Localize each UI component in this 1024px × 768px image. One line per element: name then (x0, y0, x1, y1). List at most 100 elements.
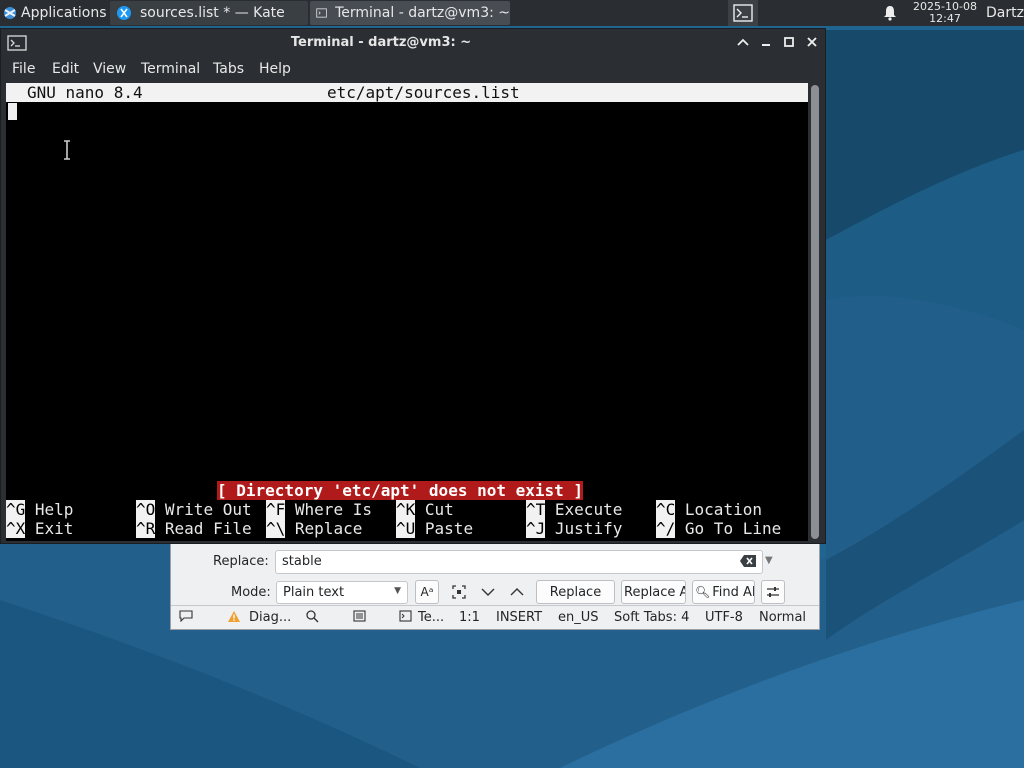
menu-view[interactable]: View (93, 61, 126, 77)
replace-all-button[interactable]: Replace All (621, 580, 686, 604)
mode-label: Mode: (231, 585, 271, 600)
shortcut-key: ^C (656, 500, 676, 519)
replace-input[interactable]: stable (275, 550, 763, 574)
kate-window: Replace: stable ▼ Mode: Plain text ▼ Aᵃ (170, 540, 820, 630)
kate-app-icon (117, 6, 131, 20)
menu-terminal[interactable]: Terminal (141, 61, 200, 77)
terminal-screen[interactable]: GNU nano 8.4 etc/apt/sources.list [ Dire… (6, 83, 808, 541)
replace-input-value: stable (282, 554, 322, 569)
maximize-icon (784, 37, 794, 47)
scrollbar-thumb[interactable] (811, 85, 819, 539)
selection-only-button[interactable] (447, 580, 471, 604)
shortcut-label: Write Out (164, 500, 252, 519)
close-icon (807, 37, 817, 47)
taskbar-terminal-label: Terminal - dartz@vm3: ~ (335, 5, 510, 21)
terminal-menubar: File Edit View Terminal Tabs Help (1, 57, 825, 81)
kate-status-bar: Diag... Te... 1:1 INSERT en_US Soft Tabs… (171, 605, 819, 629)
shortcut-go-to-line: ^/ Go To Line (656, 519, 781, 538)
minimize-button[interactable] (758, 34, 774, 50)
shortcut-label: Where Is (294, 500, 372, 519)
keep-above-button[interactable] (735, 34, 751, 50)
menu-help[interactable]: Help (259, 61, 291, 77)
applications-menu[interactable]: Applications (0, 0, 108, 26)
shortcut-justify: ^J Justify (526, 519, 622, 538)
mode-select[interactable]: Plain text ▼ (276, 581, 408, 604)
shortcut-location: ^C Location (656, 500, 762, 519)
menu-file[interactable]: File (12, 61, 35, 77)
selection-icon (452, 585, 466, 599)
shortcut-label: Read File (164, 519, 252, 538)
shortcut-label: Location (684, 500, 762, 519)
replace-label: Replace: (213, 554, 269, 569)
diagnostics-tab[interactable]: Diag... (249, 610, 291, 625)
shortcut-key: ^/ (656, 519, 676, 538)
input-mode[interactable]: INSERT (496, 610, 542, 625)
replace-all-button-label: Replace All (624, 584, 685, 600)
clear-text-icon[interactable] (739, 554, 757, 568)
terminal-titlebar[interactable]: Terminal - dartz@vm3: ~ (1, 29, 825, 57)
applications-label: Applications (21, 5, 107, 21)
terminal-icon (733, 4, 753, 22)
shortcut-help: ^G Help (6, 500, 73, 519)
menu-edit[interactable]: Edit (52, 61, 79, 77)
warning-icon (227, 610, 241, 627)
terminal-icon (399, 610, 412, 626)
xfce-logo-icon (4, 7, 16, 19)
shortcut-label: Cut (424, 500, 454, 519)
cursor-position[interactable]: 1:1 (459, 610, 480, 625)
terminal-scrollbar[interactable] (810, 83, 820, 541)
search-icon: 🔍︎ (695, 585, 711, 599)
terminal-tab[interactable]: Te... (418, 610, 444, 625)
taskbar-terminal[interactable]: Terminal - dartz@vm3: ~ (310, 1, 510, 25)
chevron-down-icon[interactable]: ▼ (765, 555, 777, 567)
view-mode[interactable]: Normal (759, 610, 806, 625)
document-icon[interactable] (353, 610, 366, 626)
shortcut-read-file: ^R Read File (136, 519, 252, 538)
taskbar-kate[interactable]: sources.list * — Kate (110, 1, 308, 25)
find-previous-button[interactable] (505, 580, 529, 604)
shortcut-write-out: ^O Write Out (136, 500, 252, 519)
encoding[interactable]: UTF-8 (705, 610, 743, 625)
mode-select-value: Plain text (283, 585, 345, 600)
replace-button-label: Replace (549, 584, 602, 600)
search-icon[interactable] (306, 610, 319, 627)
chevron-down-icon (481, 588, 495, 596)
shortcut-key: ^F (266, 500, 286, 519)
shortcut-exit: ^X Exit (6, 519, 73, 538)
shortcut-key: ^T (526, 500, 546, 519)
chevron-up-icon (737, 38, 749, 46)
terminal-window: Terminal - dartz@vm3: ~ File Edit View T… (0, 28, 826, 544)
nano-version: GNU nano 8.4 (27, 83, 143, 102)
maximize-button[interactable] (781, 34, 797, 50)
close-button[interactable] (804, 34, 820, 50)
indentation-settings[interactable]: Soft Tabs: 4 (614, 610, 689, 625)
user-name: Dartz (986, 5, 1024, 21)
replace-button[interactable]: Replace (536, 580, 615, 604)
find-next-button[interactable] (476, 580, 500, 604)
terminal-launcher-icon[interactable] (728, 0, 758, 26)
taskbar-kate-label: sources.list * — Kate (140, 5, 285, 21)
find-all-button[interactable]: 🔍︎ Find All (692, 580, 755, 604)
menu-tabs[interactable]: Tabs (213, 61, 244, 77)
text-cursor (8, 103, 17, 120)
chat-icon[interactable] (179, 610, 193, 626)
shortcut-label: Replace (294, 519, 363, 538)
shortcut-key: ^X (6, 519, 26, 538)
chevron-down-icon: ▼ (394, 586, 401, 596)
mode-row: Mode: Plain text ▼ Aᵃ Replace Replace 🔍︎… (171, 579, 819, 605)
replace-row: Replace: stable ▼ (171, 549, 819, 575)
user-menu[interactable]: Dartz (986, 0, 1024, 26)
shortcut-key: ^K (396, 500, 416, 519)
dictionary-language[interactable]: en_US (558, 610, 599, 625)
clock-time: 12:47 (929, 12, 961, 25)
match-case-button[interactable]: Aᵃ (415, 580, 439, 604)
ibeam-cursor-icon (64, 140, 70, 160)
notifications-bell-icon[interactable] (880, 0, 900, 26)
clock[interactable]: 2025-10-08 12:47 (906, 0, 984, 26)
search-options-button[interactable] (761, 580, 785, 604)
shortcut-label: Justify (554, 519, 623, 538)
shortcut-paste: ^U Paste (396, 519, 473, 538)
shortcut-label: Go To Line (684, 519, 782, 538)
shortcut-key: ^R (136, 519, 156, 538)
shortcut-label: Paste (424, 519, 474, 538)
